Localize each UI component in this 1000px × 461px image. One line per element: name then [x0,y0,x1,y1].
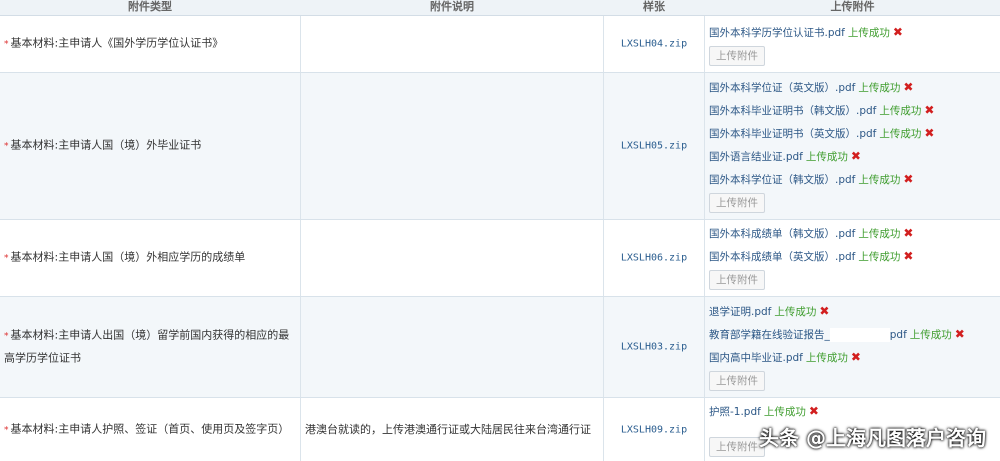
attachment-type-label: 基本材料:主申请人国（境）外相应学历的成绩单 [10,250,246,264]
attachment-type: * 基本材料:主申请人《国外学历学位认证书》 [4,33,294,56]
upload-status: 上传成功 [879,105,922,117]
attachment-type-label: 基本材料:主申请人《国外学历学位认证书》 [10,36,224,50]
uploaded-file: 国外本科学位证（英文版）.pdf 上传成功 ✖ [709,76,996,99]
uploaded-file: 国外本科毕业证明书（韩文版）.pdf 上传成功 ✖ [709,99,996,122]
required-mark: * [4,39,9,50]
uploaded-files: 国外本科学历学位认证书.pdf 上传成功 ✖ 上传附件 [709,21,996,66]
uploaded-file: 国外语言结业证.pdf 上传成功 ✖ [709,145,996,168]
uploaded-files: 国外本科学位证（英文版）.pdf 上传成功 ✖ 国外本科毕业证明书（韩文版）.pdf… [709,76,996,213]
uploaded-files: 退学证明.pdf 上传成功 ✖ 教育部学籍在线验证报告_ pdf 上传成功 ✖ 国内高中毕… [709,300,996,391]
header-attachment-desc: 附件说明 [430,0,474,13]
upload-status: 上传成功 [774,306,817,318]
upload-status: 上传成功 [805,352,848,364]
attachment-type-label: 基本材料:主申请人护照、签证（首页、使用页及签字页） [10,422,290,435]
uploaded-file: 教育部学籍在线验证报告_ pdf 上传成功 ✖ [709,323,996,346]
table-row: * 基本材料:主申请人国（境）外相应学历的成绩单 LXSLH06.zip 国外本科… [0,220,1000,297]
table-row: * 基本材料:主申请人《国外学历学位认证书》 LXSLH04.zip 国外本科学历… [0,16,1000,73]
file-name[interactable]: 国外语言结业证.pdf [709,151,803,163]
file-extension: pdf [889,329,907,341]
attachment-type-label: 基本材料:主申请人国（境）外毕业证书 [10,138,202,152]
upload-attachment-button[interactable]: 上传附件 [709,270,765,290]
uploaded-files: 国外本科成绩单（韩文版）.pdf 上传成功 ✖ 国外本科成绩单（英文版）.pdf 上传… [709,222,996,290]
file-name[interactable]: 国外本科毕业证明书（韩文版）.pdf [709,105,876,117]
upload-status: 上传成功 [763,406,806,418]
attachment-type: * 基本材料:主申请人出国（境）留学前国内获得的相应的最高学历学位证书 [4,325,294,370]
redacted-area [829,328,890,342]
file-name[interactable]: 国外本科毕业证明书（英文版）.pdf [709,128,876,140]
uploaded-file: 护照-1.pdf 上传成功 ✖ [709,400,996,423]
attachment-type: * 基本材料:主申请人国（境）外毕业证书 [4,135,294,158]
upload-status: 上传成功 [805,151,848,163]
attachment-desc: 港澳台就读的，上传港澳通行证或大陆居民往来台湾通行证 [305,422,591,436]
close-x-icon[interactable]: ✖ [809,404,819,418]
required-mark: * [4,141,9,152]
sample-link[interactable]: LXSLH04.zip [604,39,704,50]
table-row: * 基本材料:主申请人国（境）外毕业证书 LXSLH05.zip 国外本科学位证（… [0,73,1000,220]
attachment-table: 附件类型 附件说明 样张 上传附件 * 基本材料:主申请人《国外学历学位认证书》 … [0,0,1000,461]
close-x-icon[interactable]: ✖ [955,327,965,341]
file-name[interactable]: 国外本科学历学位认证书.pdf [709,27,845,39]
upload-status: 上传成功 [858,228,901,240]
file-name[interactable]: 国内高中毕业证.pdf [709,352,803,364]
uploaded-file: 国外本科成绩单（英文版）.pdf 上传成功 ✖ [709,245,996,268]
close-x-icon[interactable]: ✖ [851,350,861,364]
file-name[interactable]: 国外本科成绩单（韩文版）.pdf [709,228,855,240]
file-name[interactable]: 退学证明.pdf [709,306,771,318]
header-sample: 样张 [643,0,665,13]
uploaded-file: 国外本科学历学位认证书.pdf 上传成功 ✖ [709,21,996,44]
close-x-icon[interactable]: ✖ [819,304,829,318]
upload-attachment-button[interactable]: 上传附件 [709,437,765,457]
header-upload: 上传附件 [830,0,875,13]
required-mark: * [4,331,9,342]
close-x-icon[interactable]: ✖ [903,226,913,240]
attachment-type: * 基本材料:主申请人护照、签证（首页、使用页及签字页） [4,418,294,441]
file-name[interactable]: 教育部学籍在线验证报告_ [709,329,830,341]
table-row: * 基本材料:主申请人出国（境）留学前国内获得的相应的最高学历学位证书 LXSLH… [0,297,1000,398]
table-header: 附件类型 附件说明 样张 上传附件 [0,0,1000,16]
file-name[interactable]: 国外本科学位证（英文版）.pdf [709,82,855,94]
close-x-icon[interactable]: ✖ [924,126,934,140]
attachment-type-label: 基本材料:主申请人出国（境）留学前国内获得的相应的最高学历学位证书 [4,328,290,365]
close-x-icon[interactable]: ✖ [903,249,913,263]
uploaded-file: 国外本科毕业证明书（英文版）.pdf 上传成功 ✖ [709,122,996,145]
file-name[interactable]: 国外本科学位证（韩文版）.pdf [709,174,855,186]
upload-attachment-button[interactable]: 上传附件 [709,46,765,66]
upload-attachment-button[interactable]: 上传附件 [709,193,765,213]
close-x-icon[interactable]: ✖ [893,25,903,39]
uploaded-file: 国内高中毕业证.pdf 上传成功 ✖ [709,346,996,369]
sample-link[interactable]: LXSLH05.zip [604,141,704,152]
upload-status: 上传成功 [909,329,952,341]
file-name[interactable]: 国外本科成绩单（英文版）.pdf [709,251,855,263]
attachment-type: * 基本材料:主申请人国（境）外相应学历的成绩单 [4,247,294,270]
required-mark: * [4,253,9,264]
upload-status: 上传成功 [858,82,901,94]
close-x-icon[interactable]: ✖ [924,103,934,117]
uploaded-file: 国外本科学位证（韩文版）.pdf 上传成功 ✖ [709,168,996,191]
upload-status: 上传成功 [847,27,890,39]
sample-link[interactable]: LXSLH03.zip [604,342,704,353]
uploaded-file: 退学证明.pdf 上传成功 ✖ [709,300,996,323]
file-name[interactable]: 护照-1.pdf [709,406,761,418]
sample-link[interactable]: LXSLH09.zip [604,424,704,435]
header-attachment-type: 附件类型 [128,0,172,13]
watermark: 头条 @上海凡图落户咨询 [759,426,986,450]
upload-status: 上传成功 [858,251,901,263]
uploaded-file: 国外本科成绩单（韩文版）.pdf 上传成功 ✖ [709,222,996,245]
upload-attachment-button[interactable]: 上传附件 [709,371,765,391]
upload-status: 上传成功 [858,174,901,186]
upload-status: 上传成功 [879,128,922,140]
required-mark: * [4,425,9,435]
sample-link[interactable]: LXSLH06.zip [604,253,704,264]
close-x-icon[interactable]: ✖ [903,80,913,94]
close-x-icon[interactable]: ✖ [851,149,861,163]
close-x-icon[interactable]: ✖ [903,172,913,186]
